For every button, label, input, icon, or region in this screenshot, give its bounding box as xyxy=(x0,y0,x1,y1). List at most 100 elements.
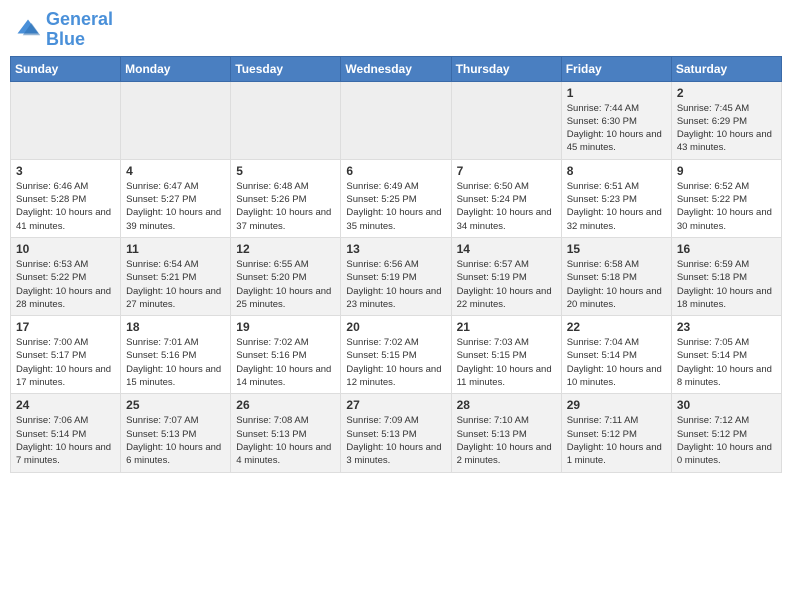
logo-icon xyxy=(14,16,42,44)
weekday-header-monday: Monday xyxy=(121,56,231,81)
day-number: 7 xyxy=(457,164,556,178)
day-number: 30 xyxy=(677,398,776,412)
day-info: Sunrise: 7:02 AM Sunset: 5:15 PM Dayligh… xyxy=(346,336,445,389)
calendar-cell: 17 Sunrise: 7:00 AM Sunset: 5:17 PM Dayli… xyxy=(11,316,121,394)
day-number: 14 xyxy=(457,242,556,256)
day-info: Sunrise: 6:54 AM Sunset: 5:21 PM Dayligh… xyxy=(126,258,225,311)
day-info: Sunrise: 7:06 AM Sunset: 5:14 PM Dayligh… xyxy=(16,414,115,467)
day-info: Sunrise: 6:47 AM Sunset: 5:27 PM Dayligh… xyxy=(126,180,225,233)
calendar-cell: 24 Sunrise: 7:06 AM Sunset: 5:14 PM Dayli… xyxy=(11,394,121,472)
day-info: Sunrise: 6:52 AM Sunset: 5:22 PM Dayligh… xyxy=(677,180,776,233)
day-info: Sunrise: 7:05 AM Sunset: 5:14 PM Dayligh… xyxy=(677,336,776,389)
day-number: 12 xyxy=(236,242,335,256)
calendar-cell: 30 Sunrise: 7:12 AM Sunset: 5:12 PM Dayli… xyxy=(671,394,781,472)
day-number: 4 xyxy=(126,164,225,178)
day-number: 22 xyxy=(567,320,666,334)
day-number: 21 xyxy=(457,320,556,334)
day-info: Sunrise: 7:09 AM Sunset: 5:13 PM Dayligh… xyxy=(346,414,445,467)
day-number: 2 xyxy=(677,86,776,100)
calendar-cell: 27 Sunrise: 7:09 AM Sunset: 5:13 PM Dayli… xyxy=(341,394,451,472)
day-number: 18 xyxy=(126,320,225,334)
day-number: 8 xyxy=(567,164,666,178)
calendar-cell: 2 Sunrise: 7:45 AM Sunset: 6:29 PM Daylig… xyxy=(671,81,781,159)
weekday-header-tuesday: Tuesday xyxy=(231,56,341,81)
weekday-header-row: SundayMondayTuesdayWednesdayThursdayFrid… xyxy=(11,56,782,81)
calendar-cell xyxy=(341,81,451,159)
calendar-cell: 13 Sunrise: 6:56 AM Sunset: 5:19 PM Dayli… xyxy=(341,237,451,315)
day-number: 19 xyxy=(236,320,335,334)
day-number: 1 xyxy=(567,86,666,100)
day-info: Sunrise: 7:04 AM Sunset: 5:14 PM Dayligh… xyxy=(567,336,666,389)
day-info: Sunrise: 7:12 AM Sunset: 5:12 PM Dayligh… xyxy=(677,414,776,467)
calendar-cell: 7 Sunrise: 6:50 AM Sunset: 5:24 PM Daylig… xyxy=(451,159,561,237)
day-info: Sunrise: 6:57 AM Sunset: 5:19 PM Dayligh… xyxy=(457,258,556,311)
calendar-cell: 10 Sunrise: 6:53 AM Sunset: 5:22 PM Dayli… xyxy=(11,237,121,315)
page-header: General Blue xyxy=(10,10,782,50)
calendar-cell xyxy=(121,81,231,159)
weekday-header-sunday: Sunday xyxy=(11,56,121,81)
calendar-cell: 4 Sunrise: 6:47 AM Sunset: 5:27 PM Daylig… xyxy=(121,159,231,237)
day-number: 23 xyxy=(677,320,776,334)
calendar-cell xyxy=(231,81,341,159)
day-info: Sunrise: 7:44 AM Sunset: 6:30 PM Dayligh… xyxy=(567,102,666,155)
day-info: Sunrise: 6:48 AM Sunset: 5:26 PM Dayligh… xyxy=(236,180,335,233)
calendar-cell: 23 Sunrise: 7:05 AM Sunset: 5:14 PM Dayli… xyxy=(671,316,781,394)
day-info: Sunrise: 7:11 AM Sunset: 5:12 PM Dayligh… xyxy=(567,414,666,467)
calendar-cell: 28 Sunrise: 7:10 AM Sunset: 5:13 PM Dayli… xyxy=(451,394,561,472)
calendar-cell: 8 Sunrise: 6:51 AM Sunset: 5:23 PM Daylig… xyxy=(561,159,671,237)
day-number: 15 xyxy=(567,242,666,256)
weekday-header-saturday: Saturday xyxy=(671,56,781,81)
day-info: Sunrise: 6:49 AM Sunset: 5:25 PM Dayligh… xyxy=(346,180,445,233)
calendar-cell: 26Sunrise: 7:08 AM Sunset: 5:13 PM Dayli… xyxy=(231,394,341,472)
calendar-cell: 18 Sunrise: 7:01 AM Sunset: 5:16 PM Dayli… xyxy=(121,316,231,394)
day-number: 29 xyxy=(567,398,666,412)
day-number: 28 xyxy=(457,398,556,412)
day-number: 6 xyxy=(346,164,445,178)
logo-text: General Blue xyxy=(46,10,113,50)
calendar-cell: 12 Sunrise: 6:55 AM Sunset: 5:20 PM Dayli… xyxy=(231,237,341,315)
day-info: Sunrise: 6:50 AM Sunset: 5:24 PM Dayligh… xyxy=(457,180,556,233)
logo: General Blue xyxy=(14,10,113,50)
day-number: 20 xyxy=(346,320,445,334)
calendar-cell xyxy=(451,81,561,159)
day-info: Sunrise: 7:45 AM Sunset: 6:29 PM Dayligh… xyxy=(677,102,776,155)
calendar-cell: 3 Sunrise: 6:46 AM Sunset: 5:28 PM Daylig… xyxy=(11,159,121,237)
calendar-cell: 5 Sunrise: 6:48 AM Sunset: 5:26 PM Daylig… xyxy=(231,159,341,237)
day-info: Sunrise: 6:53 AM Sunset: 5:22 PM Dayligh… xyxy=(16,258,115,311)
day-info: Sunrise: 7:08 AM Sunset: 5:13 PM Dayligh… xyxy=(236,414,335,467)
calendar-cell: 25Sunrise: 7:07 AM Sunset: 5:13 PM Dayli… xyxy=(121,394,231,472)
calendar-week-row: 17 Sunrise: 7:00 AM Sunset: 5:17 PM Dayli… xyxy=(11,316,782,394)
day-number: 3 xyxy=(16,164,115,178)
day-number: 24 xyxy=(16,398,115,412)
calendar-cell xyxy=(11,81,121,159)
day-number: 5 xyxy=(236,164,335,178)
day-info: Sunrise: 6:46 AM Sunset: 5:28 PM Dayligh… xyxy=(16,180,115,233)
day-info: Sunrise: 7:00 AM Sunset: 5:17 PM Dayligh… xyxy=(16,336,115,389)
calendar-cell: 19 Sunrise: 7:02 AM Sunset: 5:16 PM Dayli… xyxy=(231,316,341,394)
calendar-cell: 20 Sunrise: 7:02 AM Sunset: 5:15 PM Dayli… xyxy=(341,316,451,394)
day-number: 27 xyxy=(346,398,445,412)
calendar-cell: 21 Sunrise: 7:03 AM Sunset: 5:15 PM Dayli… xyxy=(451,316,561,394)
day-number: 17 xyxy=(16,320,115,334)
day-info: Sunrise: 7:01 AM Sunset: 5:16 PM Dayligh… xyxy=(126,336,225,389)
day-info: Sunrise: 7:03 AM Sunset: 5:15 PM Dayligh… xyxy=(457,336,556,389)
day-info: Sunrise: 6:51 AM Sunset: 5:23 PM Dayligh… xyxy=(567,180,666,233)
day-info: Sunrise: 6:59 AM Sunset: 5:18 PM Dayligh… xyxy=(677,258,776,311)
weekday-header-thursday: Thursday xyxy=(451,56,561,81)
day-number: 10 xyxy=(16,242,115,256)
day-number: 13 xyxy=(346,242,445,256)
weekday-header-friday: Friday xyxy=(561,56,671,81)
day-info: Sunrise: 6:55 AM Sunset: 5:20 PM Dayligh… xyxy=(236,258,335,311)
day-info: Sunrise: 6:56 AM Sunset: 5:19 PM Dayligh… xyxy=(346,258,445,311)
weekday-header-wednesday: Wednesday xyxy=(341,56,451,81)
calendar-cell: 14 Sunrise: 6:57 AM Sunset: 5:19 PM Dayli… xyxy=(451,237,561,315)
day-number: 25 xyxy=(126,398,225,412)
calendar-cell: 9 Sunrise: 6:52 AM Sunset: 5:22 PM Daylig… xyxy=(671,159,781,237)
calendar-cell: 6 Sunrise: 6:49 AM Sunset: 5:25 PM Daylig… xyxy=(341,159,451,237)
day-info: Sunrise: 7:10 AM Sunset: 5:13 PM Dayligh… xyxy=(457,414,556,467)
day-info: Sunrise: 7:02 AM Sunset: 5:16 PM Dayligh… xyxy=(236,336,335,389)
calendar-week-row: 24 Sunrise: 7:06 AM Sunset: 5:14 PM Dayli… xyxy=(11,394,782,472)
calendar-cell: 16Sunrise: 6:59 AM Sunset: 5:18 PM Dayli… xyxy=(671,237,781,315)
day-number: 9 xyxy=(677,164,776,178)
calendar-cell: 11Sunrise: 6:54 AM Sunset: 5:21 PM Dayli… xyxy=(121,237,231,315)
